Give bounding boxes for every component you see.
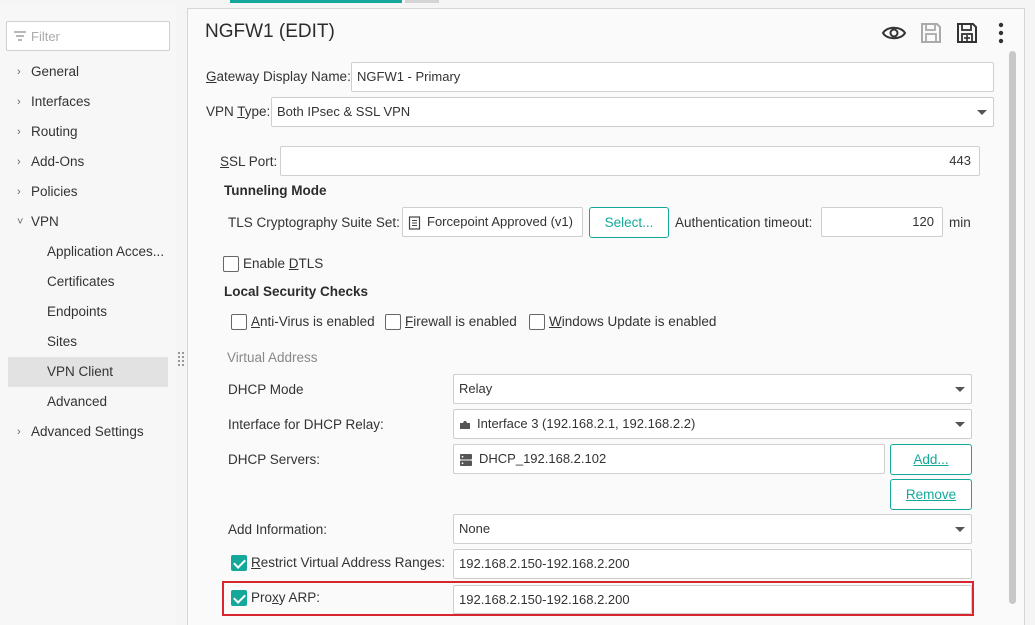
chevron-right-icon: › (17, 426, 21, 438)
sidebar-item-general[interactable]: › General (0, 57, 176, 87)
chevron-down-icon (977, 110, 987, 115)
proxy-arp-label: Proxy ARP: (251, 590, 321, 605)
sidebar-item-label: VPN (31, 214, 59, 229)
tunneling-mode-heading: Tunneling Mode (224, 183, 327, 198)
chevron-right-icon: › (17, 156, 21, 168)
restrict-ranges-checkbox[interactable] (231, 555, 247, 571)
document-icon (408, 215, 421, 230)
firewall-label: Firewall is enabled (405, 314, 517, 329)
sidebar-item-add-ons[interactable]: › Add-Ons (0, 147, 176, 177)
network-interface-icon (460, 420, 470, 429)
vertical-scrollbar[interactable] (1009, 51, 1016, 604)
chevron-right-icon: › (17, 186, 21, 198)
restrict-ranges-input[interactable]: 192.168.2.150-192.168.2.200 (453, 549, 972, 579)
sidebar-item-vpn[interactable]: ˅ VPN (0, 207, 176, 237)
sidebar-item-label: Interfaces (31, 94, 91, 109)
filter-icon (14, 31, 26, 41)
sidebar: › General › Interfaces › Routing › Add-Ons ›… (0, 3, 176, 625)
sidebar-item-application-access[interactable]: Application Acces... (0, 237, 176, 267)
vpn-type-select[interactable]: Both IPsec & SSL VPN (271, 97, 994, 127)
sidebar-item-label: Sites (47, 334, 78, 349)
sidebar-item-routing[interactable]: › Routing (0, 117, 176, 147)
vpn-type-label: VPN Type: (206, 104, 271, 119)
proxy-arp-input[interactable]: 192.168.2.150-192.168.2.200 (453, 585, 972, 614)
add-information-select[interactable]: None (453, 514, 972, 544)
splitter-handle[interactable] (177, 350, 185, 372)
sidebar-item-policies[interactable]: › Policies (0, 177, 176, 207)
dhcp-servers-label: DHCP Servers: (228, 452, 321, 467)
sidebar-item-label: Endpoints (47, 304, 108, 319)
auth-timeout-unit: min (949, 215, 971, 230)
dhcp-mode-select[interactable]: Relay (453, 374, 972, 404)
chevron-down-icon: ˅ (17, 216, 24, 228)
chevron-right-icon: › (17, 96, 21, 108)
sidebar-item-label: Add-Ons (31, 154, 85, 169)
more-vertical-icon[interactable] (988, 20, 1014, 46)
save-as-icon[interactable] (954, 20, 980, 46)
auth-timeout-input[interactable]: 120 (821, 207, 943, 237)
chevron-down-icon (955, 387, 965, 392)
remove-dhcp-server-button[interactable]: Remove (890, 479, 972, 510)
firewall-checkbox[interactable] (385, 314, 401, 330)
antivirus-label: Anti-Virus is enabled (251, 314, 375, 329)
proxy-arp-checkbox[interactable] (231, 590, 247, 606)
sidebar-item-endpoints[interactable]: Endpoints (0, 297, 176, 327)
inactive-tab-indicator[interactable] (405, 0, 439, 3)
sidebar-item-label: Advanced (47, 394, 108, 409)
active-tab-indicator[interactable] (230, 0, 402, 3)
windows-update-label: Windows Update is enabled (549, 314, 717, 329)
select-tls-suite-button[interactable]: Select... (589, 207, 669, 238)
sidebar-item-label: Policies (31, 184, 78, 199)
sidebar-item-vpn-client[interactable]: VPN Client (8, 357, 168, 387)
sidebar-item-label: Certificates (47, 274, 115, 289)
add-information-label: Add Information: (228, 522, 328, 537)
enable-dtls-checkbox[interactable] (223, 256, 239, 272)
sidebar-item-label: Advanced Settings (31, 424, 144, 439)
gateway-display-name-input[interactable]: NGFW1 - Primary (351, 62, 994, 92)
chevron-down-icon (955, 422, 965, 427)
filter-input[interactable] (31, 26, 165, 46)
eye-icon[interactable] (881, 20, 907, 46)
sidebar-nav: › General › Interfaces › Routing › Add-Ons ›… (0, 57, 176, 447)
auth-timeout-label: Authentication timeout: (675, 215, 813, 230)
dhcp-relay-interface-label: Interface for DHCP Relay: (228, 417, 384, 432)
chevron-right-icon: › (17, 66, 21, 78)
sidebar-item-advanced[interactable]: Advanced (0, 387, 176, 417)
add-dhcp-server-button[interactable]: Add... (890, 444, 972, 475)
server-icon (460, 453, 472, 466)
tls-suite-field[interactable]: Forcepoint Approved (v1) (402, 207, 583, 237)
filter-box[interactable] (6, 21, 170, 51)
ssl-port-input[interactable]: 443 (280, 146, 980, 176)
sidebar-item-interfaces[interactable]: › Interfaces (0, 87, 176, 117)
save-icon-disabled[interactable] (918, 20, 944, 46)
sidebar-item-label: Application Acces... (47, 244, 165, 259)
virtual-address-heading: Virtual Address (227, 350, 318, 365)
ssl-port-label: SSL Port: (220, 154, 278, 169)
antivirus-checkbox[interactable] (231, 314, 247, 330)
dhcp-mode-label: DHCP Mode (228, 382, 304, 397)
page-title: NGFW1 (EDIT) (205, 21, 335, 42)
sidebar-item-advanced-settings[interactable]: › Advanced Settings (0, 417, 176, 447)
sidebar-item-label: General (31, 64, 80, 79)
sidebar-item-label: Routing (31, 124, 78, 139)
sidebar-item-label: VPN Client (47, 364, 114, 379)
gateway-display-name-label: Gateway Display Name: (206, 69, 351, 84)
tls-suite-label: TLS Cryptography Suite Set: (228, 215, 400, 230)
dhcp-relay-interface-select[interactable]: Interface 3 (192.168.2.1, 192.168.2.2) (453, 409, 972, 439)
windows-update-checkbox[interactable] (529, 314, 545, 330)
sidebar-item-sites[interactable]: Sites (0, 327, 176, 357)
local-security-checks-heading: Local Security Checks (224, 284, 369, 299)
chevron-down-icon (955, 527, 965, 532)
restrict-ranges-label: Restrict Virtual Address Ranges: (251, 555, 446, 570)
chevron-right-icon: › (17, 126, 21, 138)
enable-dtls-label: Enable DTLS (243, 256, 324, 271)
dhcp-servers-list[interactable]: DHCP_192.168.2.102 (453, 444, 885, 474)
sidebar-item-certificates[interactable]: Certificates (0, 267, 176, 297)
